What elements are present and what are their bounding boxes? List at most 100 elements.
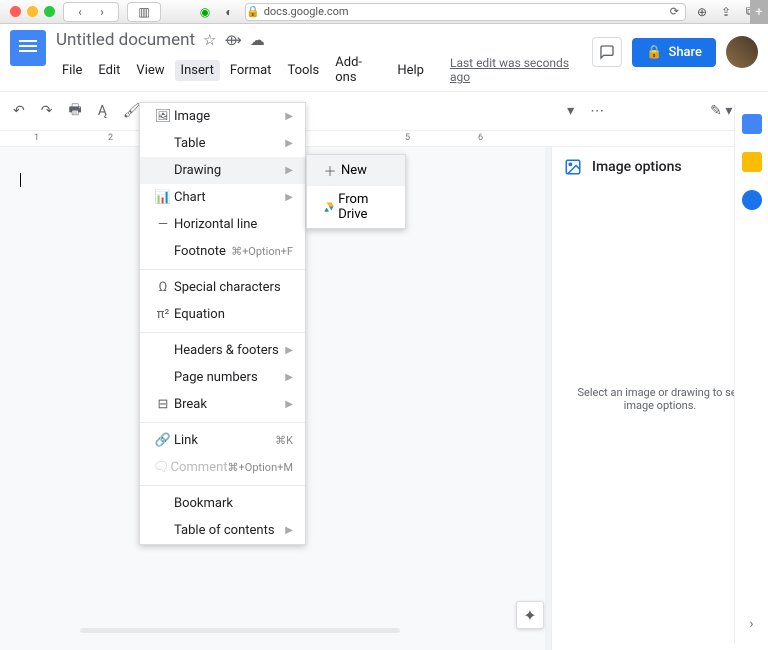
- print-button[interactable]: 🖶: [65, 96, 84, 126]
- document-title[interactable]: Untitled document: [56, 30, 195, 50]
- extension-icon[interactable]: ◉: [197, 4, 213, 20]
- submenu-chevron-icon: ▶: [285, 372, 293, 383]
- submenu-chevron-icon: ▶: [285, 399, 293, 410]
- submenu-item-from-drive[interactable]: From Drive: [307, 186, 405, 228]
- panel-icon: ▥: [136, 4, 152, 20]
- drawing-submenu: ＋New From Drive: [306, 154, 406, 229]
- spellcheck-button[interactable]: Ą: [95, 100, 110, 122]
- reload-icon[interactable]: ⟳: [670, 5, 679, 18]
- menu-format[interactable]: Format: [224, 60, 278, 81]
- menu-item-table[interactable]: Table ▶: [140, 130, 305, 157]
- submenu-chevron-icon: ▶: [285, 111, 293, 122]
- menu-item-image[interactable]: 🖼Image▶: [140, 103, 305, 130]
- explore-button[interactable]: ✦: [516, 601, 544, 629]
- shortcut-label: ⌘+Option+M: [228, 461, 293, 474]
- menu-item-label: Table of contents: [174, 523, 275, 538]
- menu-item-footnote[interactable]: Footnote⌘+Option+F: [140, 238, 305, 265]
- app-header: Untitled document ☆ ⟴ ☁ File Edit View I…: [0, 24, 768, 88]
- new-tab-button[interactable]: +: [750, 0, 768, 24]
- undo-button[interactable]: ↶: [10, 100, 28, 122]
- close-window-button[interactable]: [10, 6, 21, 17]
- docs-app: Untitled document ☆ ⟴ ☁ File Edit View I…: [0, 24, 768, 637]
- menu-tools[interactable]: Tools: [281, 60, 325, 81]
- menu-addons[interactable]: Add-ons: [329, 52, 387, 88]
- more-button[interactable]: ⋯: [587, 100, 607, 122]
- reader-icon[interactable]: ◐: [221, 4, 237, 20]
- menu-item-special-characters[interactable]: ΩSpecial characters: [140, 274, 305, 301]
- rail-collapse-button[interactable]: ›: [749, 616, 753, 632]
- redo-button[interactable]: ↷: [38, 100, 56, 122]
- submenu-chevron-icon: ▶: [285, 345, 293, 356]
- share-button[interactable]: 🔒 Share: [632, 38, 716, 67]
- address-bar[interactable]: 🔒 docs.google.com ⟳: [245, 3, 686, 21]
- submenu-chevron-icon: ▶: [285, 138, 293, 149]
- menu-item-label: Headers & footers: [174, 343, 279, 358]
- menu-item-comment: 🗨Comment⌘+Option+M: [140, 454, 305, 481]
- menu-item-horizontal-line[interactable]: —Horizontal line: [140, 211, 305, 238]
- horizontal-scrollbar[interactable]: [80, 628, 400, 633]
- minimize-window-button[interactable]: [27, 6, 38, 17]
- cloud-icon[interactable]: ☁: [250, 31, 265, 49]
- break-icon: ⊟: [152, 397, 174, 412]
- menu-file[interactable]: File: [56, 60, 88, 81]
- menu-item-label: Table: [174, 136, 205, 151]
- window-controls: [10, 6, 55, 17]
- downloads-icon[interactable]: ⊕: [694, 4, 710, 20]
- share-browser-icon[interactable]: ⇪: [718, 4, 734, 20]
- pi-icon: π²: [152, 307, 174, 322]
- account-avatar[interactable]: [726, 36, 758, 68]
- side-rail: ›: [734, 104, 768, 644]
- menu-item-drawing[interactable]: Drawing▶: [140, 157, 305, 184]
- menu-item-label: Page numbers: [174, 370, 258, 385]
- link-icon: 🔗: [152, 433, 174, 448]
- plus-icon: ＋: [319, 161, 341, 180]
- sidebar-toggle[interactable]: ▥: [127, 2, 161, 22]
- menu-item-link[interactable]: 🔗Link⌘K: [140, 427, 305, 454]
- editing-mode-button[interactable]: ✎ ▾: [707, 100, 735, 122]
- nav-buttons: ‹ ›: [63, 2, 119, 22]
- menu-help[interactable]: Help: [391, 60, 430, 81]
- menu-insert[interactable]: Insert: [175, 60, 220, 81]
- share-label: Share: [668, 45, 702, 60]
- keep-addon-icon[interactable]: [742, 152, 762, 172]
- shortcut-label: ⌘+Option+F: [231, 245, 293, 258]
- menu-item-label: Horizontal line: [174, 217, 257, 232]
- docs-logo[interactable]: [10, 30, 46, 66]
- star-icon[interactable]: ☆: [203, 31, 216, 49]
- tasks-addon-icon[interactable]: [742, 190, 762, 210]
- menu-view[interactable]: View: [130, 60, 170, 81]
- menu-item-label: Equation: [174, 307, 225, 322]
- url-host: docs.google.com: [264, 5, 349, 18]
- menu-item-chart[interactable]: 📊Chart▶: [140, 184, 305, 211]
- submenu-item-label: From Drive: [338, 192, 393, 222]
- align-dropdown[interactable]: ▾: [564, 100, 577, 122]
- text-cursor: [20, 173, 21, 187]
- lock-icon: 🔒: [246, 5, 260, 18]
- image-icon: 🖼: [152, 109, 174, 124]
- menu-edit[interactable]: Edit: [92, 60, 126, 81]
- menu-item-bookmark[interactable]: Bookmark: [140, 490, 305, 517]
- menu-item-table-of-contents[interactable]: Table of contents▶: [140, 517, 305, 544]
- menu-item-label: Link: [174, 433, 198, 448]
- menu-item-label: Special characters: [174, 280, 281, 295]
- ruler[interactable]: 1 2 5 6: [0, 131, 768, 147]
- insert-menu-dropdown: 🖼Image▶Table▶Drawing▶📊Chart▶—Horizontal …: [139, 102, 306, 545]
- menu-bar: File Edit View Insert Format Tools Add-o…: [56, 52, 592, 88]
- comments-button[interactable]: [592, 37, 622, 67]
- menu-item-equation[interactable]: π²Equation: [140, 301, 305, 328]
- submenu-chevron-icon: ▶: [285, 165, 293, 176]
- forward-button[interactable]: ›: [94, 4, 110, 20]
- browser-toolbar: ‹ › ▥ ◉ ◐ 🔒 docs.google.com ⟳ ⊕ ⇪ ⧉ +: [0, 0, 768, 24]
- calendar-addon-icon[interactable]: [742, 114, 762, 134]
- menu-item-page-numbers[interactable]: Page numbers ▶: [140, 364, 305, 391]
- menu-item-break[interactable]: ⊟Break▶: [140, 391, 305, 418]
- menu-item-headers-footers[interactable]: Headers & footers ▶: [140, 337, 305, 364]
- menu-item-label: Comment: [171, 460, 228, 475]
- submenu-item-new[interactable]: ＋New: [307, 155, 405, 186]
- move-icon[interactable]: ⟴: [225, 31, 242, 49]
- menu-item-label: Chart: [174, 190, 206, 205]
- maximize-window-button[interactable]: [44, 6, 55, 17]
- drive-icon: [319, 200, 338, 214]
- back-button[interactable]: ‹: [72, 4, 88, 20]
- last-edit-link[interactable]: Last edit was seconds ago: [444, 53, 592, 87]
